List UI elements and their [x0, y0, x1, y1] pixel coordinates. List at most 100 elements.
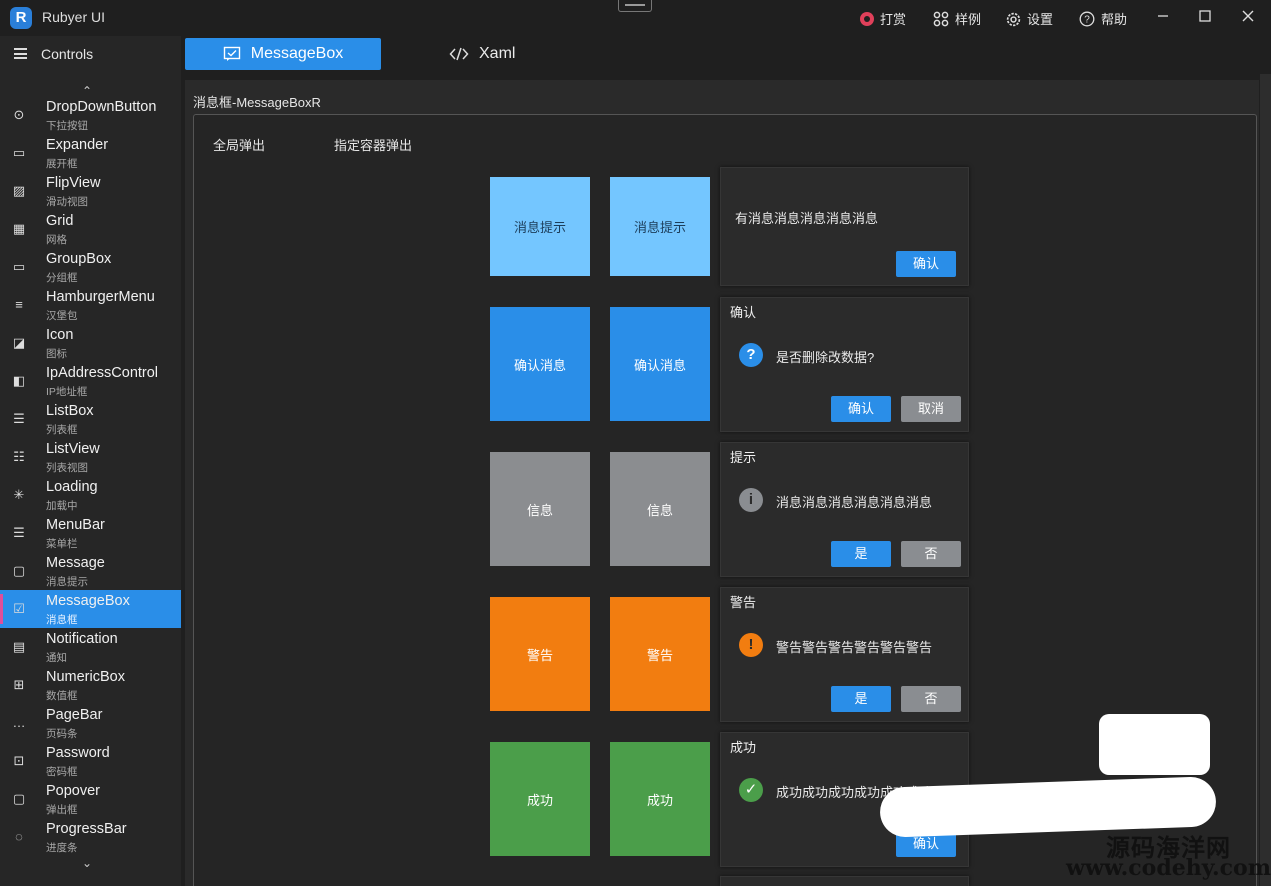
content-scrollbar[interactable]: [1260, 74, 1271, 886]
sidebar-item-listview[interactable]: ☷ ListView 列表视图: [0, 438, 181, 476]
sidebar-item-ipaddresscontrol[interactable]: ◧ IpAddressControl IP地址框: [0, 362, 181, 400]
message-box-tip: 有消息消息消息消息消息 确认: [720, 167, 969, 286]
sidebar-item-sublabel: 下拉按钮: [46, 120, 88, 132]
sidebar-item-sublabel: 展开框: [46, 158, 78, 170]
messagebox-icon: [223, 46, 240, 61]
sidebar-item-hamburgermenu[interactable]: ≡ HamburgerMenu 汉堡包: [0, 286, 181, 324]
sidebar-item-label: NumericBox: [46, 669, 125, 685]
message-box-confirm: 确认 ? 是否删除改数据? 确认 取消: [720, 297, 969, 432]
tab-global-popup[interactable]: 全局弹出: [213, 135, 265, 154]
sidebar-item-numericbox[interactable]: ⊞ NumericBox 数值框: [0, 666, 181, 704]
info-global-button[interactable]: 信息: [490, 452, 590, 566]
warning-global-button[interactable]: 警告: [490, 597, 590, 711]
confirm-message-global-button[interactable]: 确认消息: [490, 307, 590, 421]
tab-messagebox[interactable]: MessageBox: [185, 38, 381, 70]
warning-container-button[interactable]: 警告: [610, 597, 710, 711]
sidebar-item-dropdownbutton[interactable]: ⊙ DropDownButton 下拉按钮: [0, 96, 181, 134]
help-button[interactable]: ? 帮助: [1079, 9, 1127, 28]
sidebar-item-messagebox[interactable]: ☑ MessageBox 消息框: [0, 590, 181, 628]
drag-grip-icon[interactable]: [618, 0, 652, 12]
sidebar-item-grid[interactable]: ▦ Grid 网格: [0, 210, 181, 248]
sidebar-item-progressbar[interactable]: ◌ ProgressBar 进度条: [0, 818, 181, 856]
sidebar-item-label: ProgressBar: [46, 821, 127, 837]
minimize-button[interactable]: [1151, 6, 1175, 30]
message-box-partial: [720, 876, 969, 886]
sidebar-item-popover[interactable]: ▢ Popover 弹出框: [0, 780, 181, 818]
close-button[interactable]: [1236, 6, 1260, 30]
app-logo: R: [10, 7, 32, 29]
groupbox-icon: ▭: [12, 259, 26, 274]
sidebar-item-sublabel: 列表框: [46, 424, 78, 436]
message-tip-global-button[interactable]: 消息提示: [490, 177, 590, 276]
hamburger-menu-icon[interactable]: [14, 48, 27, 59]
sidebar-item-groupbox[interactable]: ▭ GroupBox 分组框: [0, 248, 181, 286]
no-button[interactable]: 否: [901, 541, 961, 567]
success-icon: ✓: [739, 778, 763, 802]
sidebar-header[interactable]: Controls: [0, 36, 181, 72]
sidebar-item-label: Expander: [46, 137, 109, 153]
success-container-button[interactable]: 成功: [610, 742, 710, 856]
sidebar-item-sublabel: 加载中: [46, 500, 78, 512]
sidebar-item-label: ListView: [46, 441, 100, 457]
sidebar-item-icon[interactable]: ◪ Icon 图标: [0, 324, 181, 362]
sidebar-item-label: Notification: [46, 631, 118, 647]
sidebar-item-menubar[interactable]: ☰ MenuBar 菜单栏: [0, 514, 181, 552]
ellipsis-icon: …: [12, 715, 26, 730]
sidebar-item-sublabel: 密码框: [46, 766, 78, 778]
maximize-button[interactable]: [1193, 6, 1217, 30]
redaction-overlay: [1099, 714, 1210, 775]
sidebar-item-message[interactable]: ▢ Message 消息提示: [0, 552, 181, 590]
sidebar-item-label: Message: [46, 555, 105, 571]
sidebar-item-label: Grid: [46, 213, 74, 229]
no-button[interactable]: 否: [901, 686, 961, 712]
sidebar-item-notification[interactable]: ▤ Notification 通知: [0, 628, 181, 666]
tab-bar: MessageBox Xaml: [181, 36, 1271, 74]
warning-icon: !: [739, 633, 763, 657]
sidebar-item-loading[interactable]: ✳ Loading 加载中: [0, 476, 181, 514]
sidebar-item-label: DropDownButton: [46, 99, 157, 115]
help-label: 帮助: [1101, 12, 1128, 27]
sidebar-item-listbox[interactable]: ☰ ListBox 列表框: [0, 400, 181, 438]
tab-xaml[interactable]: Xaml: [449, 38, 515, 70]
confirm-button[interactable]: 确认: [831, 396, 891, 422]
sidebar-item-label: PageBar: [46, 707, 103, 723]
sidebar-item-label: FlipView: [46, 175, 101, 191]
message-box-title: 提示: [730, 450, 757, 465]
settings-button[interactable]: 设置: [1005, 9, 1053, 28]
minimize-icon: [1158, 15, 1168, 17]
tab-container-popup[interactable]: 指定容器弹出: [334, 135, 412, 154]
message-box-title: 确认: [730, 305, 757, 320]
confirm-message-container-button[interactable]: 确认消息: [610, 307, 710, 421]
tab-xaml-label: Xaml: [479, 45, 516, 62]
app-title: Rubyer UI: [42, 9, 106, 25]
code-icon: [449, 47, 469, 61]
info-container-button[interactable]: 信息: [610, 452, 710, 566]
success-global-button[interactable]: 成功: [490, 742, 590, 856]
reward-label: 打赏: [880, 12, 907, 27]
sidebar-item-sublabel: 数值框: [46, 690, 78, 702]
yes-button[interactable]: 是: [831, 541, 891, 567]
reward-button[interactable]: 打赏: [860, 9, 906, 28]
page-caption: 消息框-MessageBoxR: [193, 95, 321, 110]
question-icon: ?: [739, 343, 763, 367]
sidebar-item-flipview[interactable]: ▨ FlipView 滑动视图: [0, 172, 181, 210]
cancel-button[interactable]: 取消: [901, 396, 961, 422]
sidebar-item-pagebar[interactable]: … PageBar 页码条: [0, 704, 181, 742]
message-box-info: 提示 i 消息消息消息消息消息消息 是 否: [720, 442, 969, 577]
confirm-button[interactable]: 确认: [896, 251, 956, 277]
popover-icon: ▢: [12, 791, 26, 806]
examples-button[interactable]: 样例: [933, 9, 981, 28]
message-box-title: 警告: [730, 595, 757, 610]
message-tip-container-button[interactable]: 消息提示: [610, 177, 710, 276]
yes-button[interactable]: 是: [831, 686, 891, 712]
menubar-icon: ☰: [13, 525, 25, 540]
sidebar-item-password[interactable]: ⊡ Password 密码框: [0, 742, 181, 780]
sidebar-item-sublabel: 分组框: [46, 272, 78, 284]
sidebar-item-sublabel: 列表视图: [46, 462, 88, 474]
sidebar-item-sublabel: 进度条: [46, 842, 78, 854]
loading-icon: ✳: [13, 487, 25, 502]
message-box-title: 成功: [730, 740, 757, 755]
list-icon: ☰: [13, 411, 25, 426]
sidebar-item-expander[interactable]: ▭ Expander 展开框: [0, 134, 181, 172]
scroll-down-chevron-icon[interactable]: ⌄: [82, 856, 92, 870]
